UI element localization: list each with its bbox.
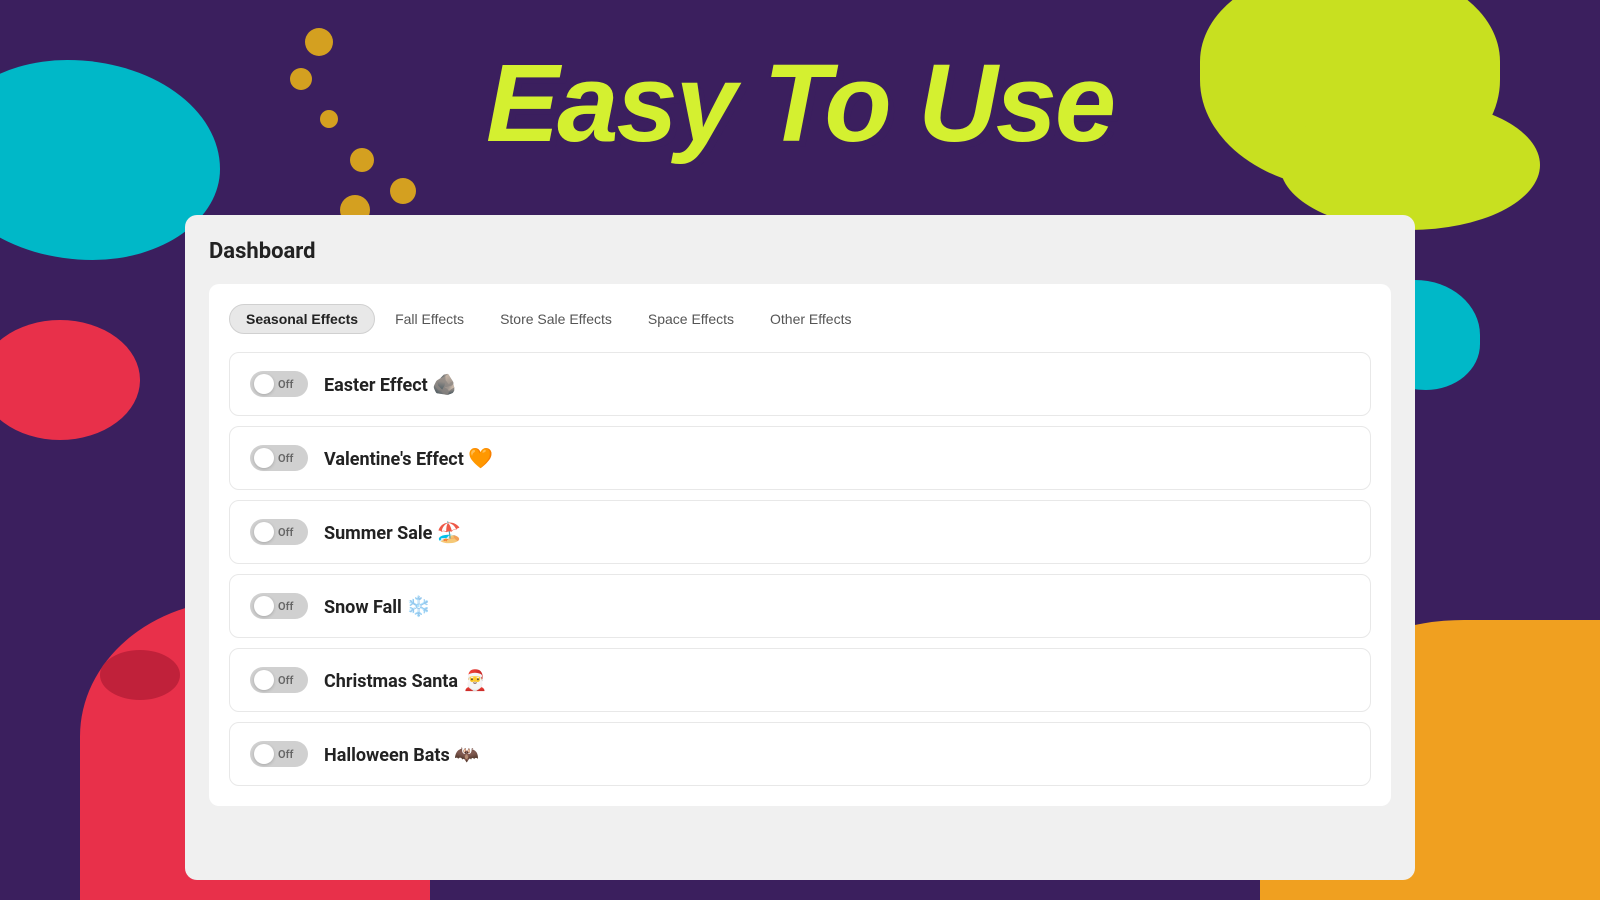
effect-emoji-easter: 🪨 [432, 372, 457, 396]
toggle-christmas[interactable]: Off [250, 667, 308, 693]
effect-emoji-christmas: 🎅 [463, 668, 488, 692]
effect-emoji-snowfall: ❄️ [406, 594, 431, 618]
effect-emoji-valentine: 🧡 [468, 446, 493, 470]
tabs-container: Seasonal Effects Fall Effects Store Sale… [209, 284, 1391, 806]
tabs-row: Seasonal Effects Fall Effects Store Sale… [229, 304, 1371, 334]
effect-name-halloween: Halloween Bats 🦇 [324, 742, 479, 766]
tab-fall[interactable]: Fall Effects [379, 305, 480, 333]
effect-name-christmas: Christmas Santa 🎅 [324, 668, 487, 692]
effect-row-summer: Off Summer Sale 🏖️ [229, 500, 1371, 564]
toggle-label-snowfall: Off [278, 600, 293, 613]
effect-name-valentine: Valentine's Effect 🧡 [324, 446, 493, 470]
effect-row-valentine: Off Valentine's Effect 🧡 [229, 426, 1371, 490]
dashboard-title: Dashboard [209, 239, 1391, 264]
effect-row-halloween: Off Halloween Bats 🦇 [229, 722, 1371, 786]
effect-row-easter: Off Easter Effect 🪨 [229, 352, 1371, 416]
effect-row-snowfall: Off Snow Fall ❄️ [229, 574, 1371, 638]
toggle-label-summer: Off [278, 526, 293, 539]
toggle-knob-summer [254, 522, 274, 542]
effect-name-summer: Summer Sale 🏖️ [324, 520, 462, 544]
toggle-knob-christmas [254, 670, 274, 690]
dashboard-panel: Dashboard Seasonal Effects Fall Effects … [185, 215, 1415, 880]
tab-other[interactable]: Other Effects [754, 305, 867, 333]
tab-space[interactable]: Space Effects [632, 305, 750, 333]
tab-seasonal[interactable]: Seasonal Effects [229, 304, 375, 334]
tab-store-sale[interactable]: Store Sale Effects [484, 305, 628, 333]
toggle-valentine[interactable]: Off [250, 445, 308, 471]
coin-decoration-5 [390, 178, 416, 204]
effect-emoji-halloween: 🦇 [454, 742, 479, 766]
effect-emoji-summer: 🏖️ [437, 520, 462, 544]
toggle-label-easter: Off [278, 378, 293, 391]
effect-name-easter: Easter Effect 🪨 [324, 372, 457, 396]
hero-title: Easy To Use [0, 40, 1600, 167]
toggle-summer[interactable]: Off [250, 519, 308, 545]
toggle-easter[interactable]: Off [250, 371, 308, 397]
bg-blob-pink-small [100, 650, 180, 700]
effect-row-christmas: Off Christmas Santa 🎅 [229, 648, 1371, 712]
toggle-knob-valentine [254, 448, 274, 468]
effect-name-snowfall: Snow Fall ❄️ [324, 594, 431, 618]
toggle-label-halloween: Off [278, 748, 293, 761]
toggle-knob-easter [254, 374, 274, 394]
toggle-label-christmas: Off [278, 674, 293, 687]
toggle-snowfall[interactable]: Off [250, 593, 308, 619]
toggle-knob-halloween [254, 744, 274, 764]
toggle-knob-snowfall [254, 596, 274, 616]
bg-blob-red-left [0, 320, 140, 440]
toggle-halloween[interactable]: Off [250, 741, 308, 767]
toggle-label-valentine: Off [278, 452, 293, 465]
